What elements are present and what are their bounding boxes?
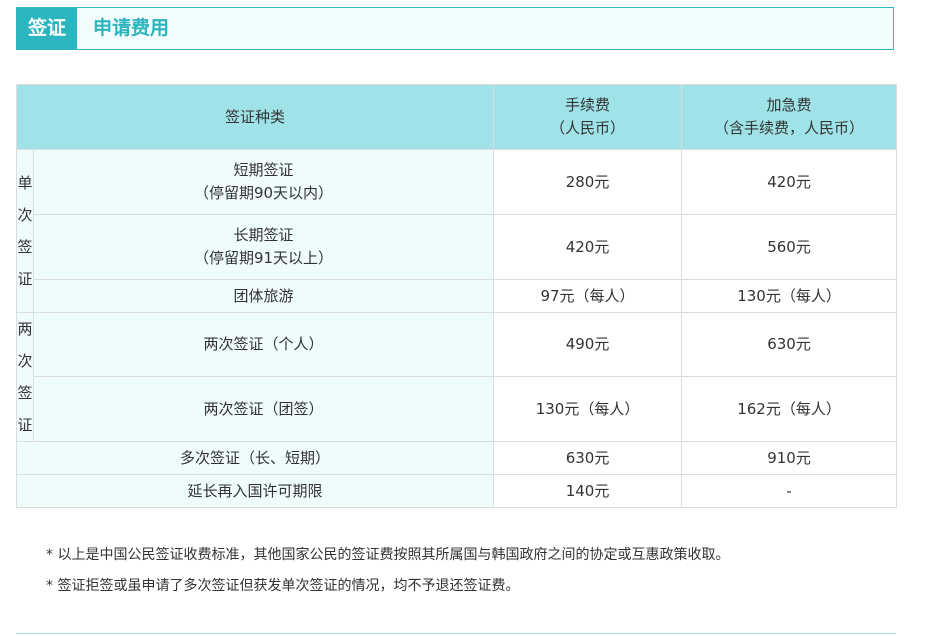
group-char: 次 bbox=[17, 206, 33, 224]
group-char: 单 bbox=[17, 174, 33, 192]
visa-type-cell: 多次签证（长、短期） bbox=[15, 441, 495, 475]
visa-type-note: （停留期91天以上） bbox=[193, 249, 334, 267]
section-header: 签证 申请费用 bbox=[16, 7, 894, 50]
col-header-express-line2: （含手续费，人民币） bbox=[714, 119, 865, 137]
visa-type-cell: 两次签证（团签） bbox=[32, 376, 495, 442]
visa-type-cell: 短期签证 （停留期90天以内） bbox=[32, 149, 495, 215]
section-title: 申请费用 bbox=[93, 17, 170, 39]
table-row: 单 次 签 证 短期签证 （停留期90天以内） 280元 420元 bbox=[16, 149, 898, 313]
fee-table: 签证种类 手续费 （人民币） 加急费 （含手续费，人民币） 单 次 签 证 短期… bbox=[15, 84, 898, 508]
visa-type-cell: 团体旅游 bbox=[32, 279, 495, 313]
express-cell: - bbox=[681, 474, 898, 508]
fee-cell: 490元 bbox=[493, 312, 683, 377]
fee-cell: 130元（每人） bbox=[493, 376, 683, 442]
express-cell: 130元（每人） bbox=[681, 279, 898, 313]
col-header-fee-line1: 手续费 bbox=[565, 96, 611, 114]
fee-cell: 97元（每人） bbox=[493, 279, 683, 313]
visa-tab[interactable]: 签证 bbox=[17, 8, 77, 49]
col-header-type: 签证种类 bbox=[15, 84, 495, 150]
col-header-express: 加急费 （含手续费，人民币） bbox=[681, 84, 898, 150]
table-header-row: 签证种类 手续费 （人民币） 加急费 （含手续费，人民币） bbox=[15, 84, 898, 150]
group-char: 签 bbox=[17, 384, 33, 402]
visa-type-cell: 两次签证（个人） bbox=[32, 312, 495, 377]
group-char: 次 bbox=[17, 352, 33, 370]
table-row: 两 次 签 证 两次签证（个人） 490元 630元 bbox=[16, 312, 898, 442]
visa-type-cell: 延长再入国许可期限 bbox=[15, 474, 495, 508]
footnote: * 签证拒签或虽申请了多次签证但获发单次签证的情况，均不予退还签证费。 bbox=[46, 578, 520, 594]
visa-type-note: （停留期90天以内） bbox=[193, 184, 334, 202]
express-cell: 162元（每人） bbox=[681, 376, 898, 442]
fee-cell: 280元 bbox=[493, 149, 683, 215]
col-header-fee-line2: （人民币） bbox=[550, 119, 626, 137]
col-header-express-line1: 加急费 bbox=[766, 96, 812, 114]
table-row: 团体旅游 97元（每人） 130元（每人） bbox=[17, 279, 898, 313]
table-row: 延长再入国许可期限 140元 - bbox=[15, 474, 898, 508]
visa-type-name: 短期签证 bbox=[233, 161, 294, 179]
express-cell: 560元 bbox=[681, 214, 898, 280]
express-cell: 420元 bbox=[681, 149, 898, 215]
visa-type-cell: 长期签证 （停留期91天以上） bbox=[32, 214, 495, 280]
express-cell: 910元 bbox=[681, 441, 898, 475]
footnote: * 以上是中国公民签证收费标准，其他国家公民的签证费按照其所属国与韩国政府之间的… bbox=[46, 547, 730, 563]
group-char: 签 bbox=[17, 238, 33, 256]
group-label-single: 单 次 签 证 bbox=[16, 149, 34, 313]
group-label-double: 两 次 签 证 bbox=[16, 312, 34, 442]
divider bbox=[16, 633, 896, 634]
group-char: 证 bbox=[17, 416, 33, 434]
table-row: 长期签证 （停留期91天以上） 420元 560元 bbox=[17, 214, 898, 280]
group-char: 两 bbox=[17, 320, 33, 338]
fee-cell: 630元 bbox=[493, 441, 683, 475]
col-header-fee: 手续费 （人民币） bbox=[493, 84, 683, 150]
visa-type-name: 长期签证 bbox=[233, 226, 294, 244]
table-row: 两次签证（团签） 130元（每人） 162元（每人） bbox=[17, 376, 898, 442]
footnotes: * 以上是中国公民签证收费标准，其他国家公民的签证费按照其所属国与韩国政府之间的… bbox=[46, 540, 729, 602]
group-char: 证 bbox=[17, 270, 33, 288]
fee-cell: 140元 bbox=[493, 474, 683, 508]
table-row: 多次签证（长、短期） 630元 910元 bbox=[15, 441, 898, 475]
fee-cell: 420元 bbox=[493, 214, 683, 280]
express-cell: 630元 bbox=[681, 312, 898, 377]
